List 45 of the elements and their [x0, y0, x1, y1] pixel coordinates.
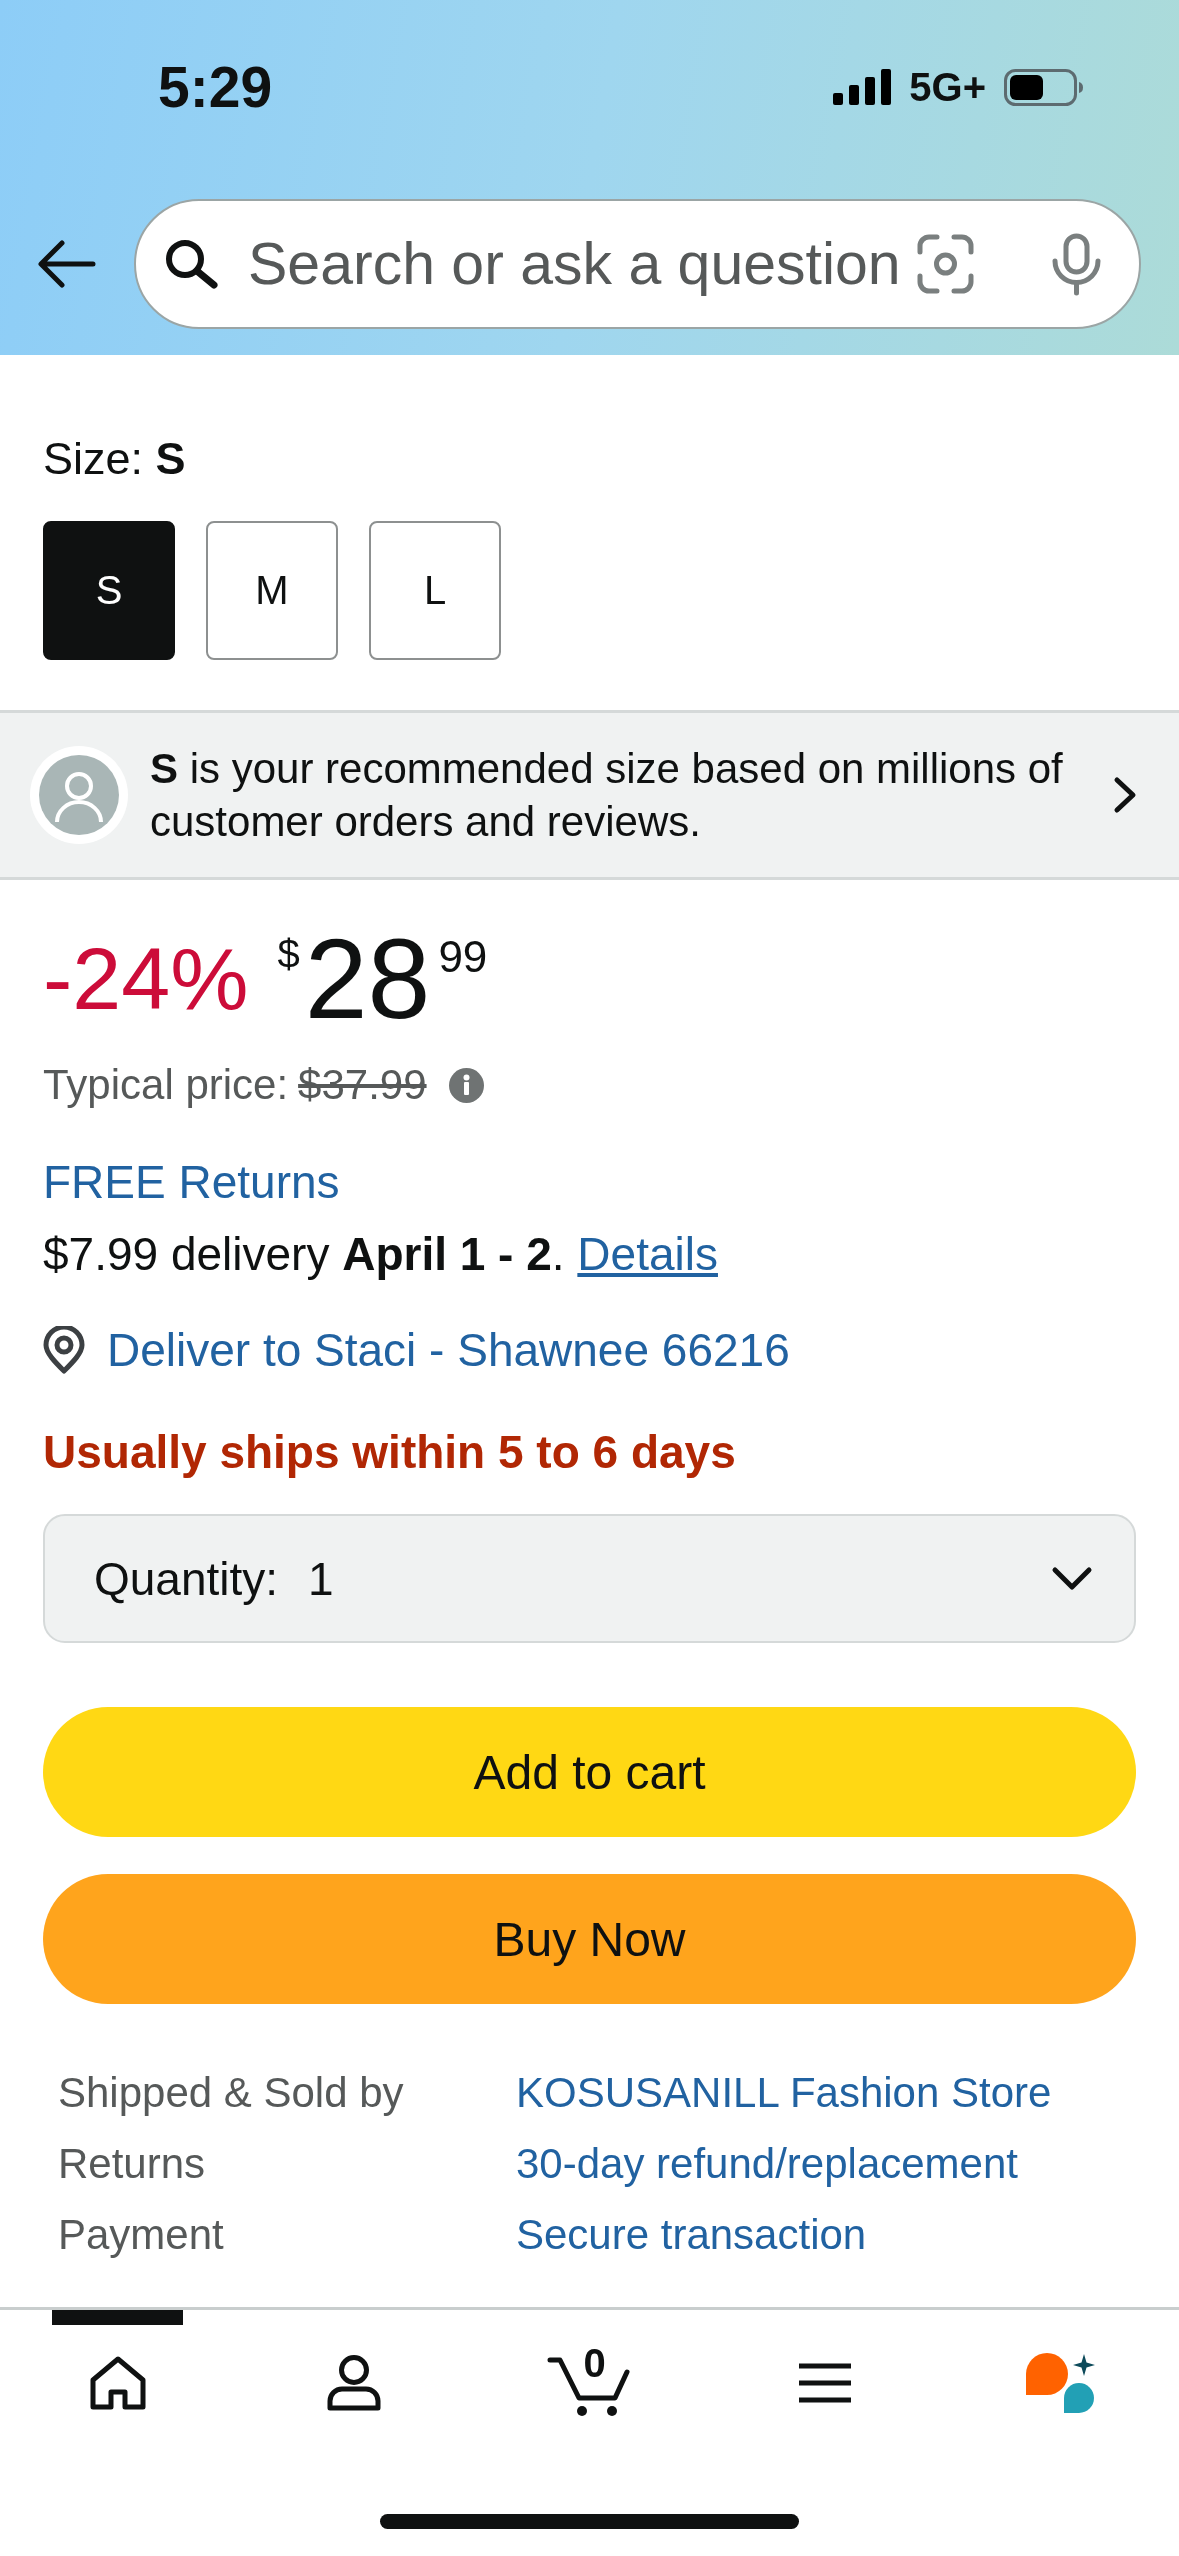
chevron-down-icon [1051, 1565, 1093, 1592]
cart-count: 0 [583, 2343, 606, 2383]
camera-icon[interactable] [917, 234, 974, 294]
price-whole: 28 [304, 923, 431, 1036]
info-icon[interactable] [448, 1067, 484, 1103]
typical-price-value: $37.99 [298, 1064, 427, 1106]
battery-icon [1004, 68, 1084, 106]
menu-icon [797, 2362, 854, 2404]
search-bar[interactable]: Search or ask a question [134, 199, 1141, 329]
detail-label: Returns [58, 2139, 206, 2189]
chevron-right-icon [1113, 776, 1137, 814]
size-option[interactable]: M [206, 521, 338, 660]
size-option[interactable]: L [369, 521, 501, 660]
network-type: 5G+ [909, 67, 986, 107]
status-time: 5:29 [158, 58, 273, 116]
details-link[interactable]: Details [577, 1228, 718, 1280]
detail-label: Payment [58, 2210, 224, 2260]
detail-link[interactable]: 30-day refund/replacement [516, 2128, 1052, 2199]
signal-icon [833, 69, 892, 105]
size-label: Size: S [43, 433, 186, 485]
back-arrow-icon[interactable] [38, 240, 96, 288]
size-recommendation-text: S is your recommended size based on millions of customer orders and reviews. [150, 744, 1064, 847]
price-currency: $ [277, 934, 300, 974]
person-icon [326, 2355, 381, 2411]
deliver-to-link[interactable]: Deliver to Staci - Shawnee 66216 [107, 1327, 790, 1373]
size-option[interactable]: S [43, 521, 175, 660]
search-field[interactable]: Search or ask a question [248, 229, 913, 299]
price-fraction: 99 [438, 935, 488, 979]
location-pin-icon [43, 1326, 85, 1374]
buy-now-button[interactable]: Buy Now [43, 1874, 1136, 2004]
discount-percent: -24% [43, 935, 249, 1023]
microphone-icon[interactable] [1051, 232, 1102, 296]
search-icon [164, 239, 218, 289]
size-recommendation-banner[interactable]: S is your recommended size based on millions of customer orders and reviews. [0, 710, 1179, 880]
typical-price-label: Typical price: [43, 1064, 289, 1106]
detail-label: Shipped & Sold by [58, 2068, 404, 2118]
avatar-icon [30, 746, 128, 844]
detail-link[interactable]: KOSUSANILL Fashion Store [516, 2057, 1052, 2128]
cart-tab[interactable]: 0 [524, 2310, 655, 2441]
add-to-cart-button[interactable]: Add to cart [43, 1707, 1136, 1837]
quantity-dropdown[interactable]: Quantity: 1 [43, 1514, 1136, 1643]
chat-bubbles-icon [1026, 2353, 1097, 2413]
free-returns-link[interactable]: FREE Returns [43, 1159, 340, 1205]
detail-link[interactable]: Secure transaction [516, 2199, 1052, 2270]
home-icon [89, 2356, 146, 2410]
